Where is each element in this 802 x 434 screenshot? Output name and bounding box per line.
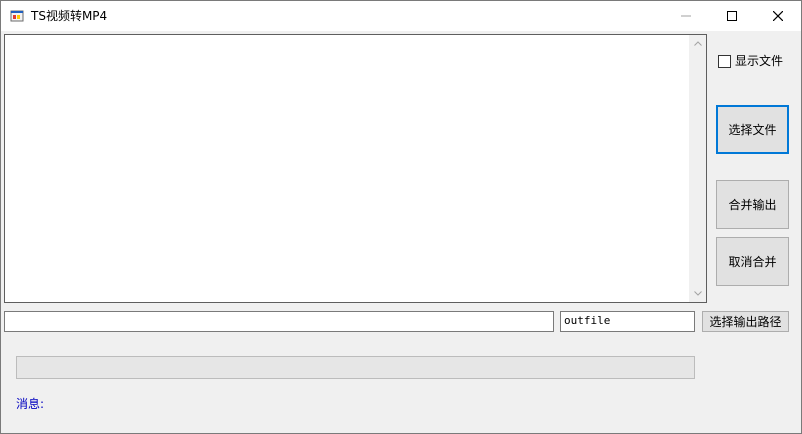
show-files-label: 显示文件 <box>735 54 784 68</box>
progress-bar <box>16 356 695 379</box>
title-bar[interactable]: TS视频转MP4 <box>1 1 801 31</box>
merge-output-button[interactable]: 合并输出 <box>716 180 789 229</box>
file-list-box[interactable] <box>4 34 707 303</box>
select-file-button[interactable]: 选择文件 <box>716 105 789 154</box>
status-message-label: 消息: <box>16 397 45 411</box>
chevron-down-icon <box>693 291 702 296</box>
maximize-icon <box>727 11 737 21</box>
windows-form-icon <box>10 10 24 22</box>
chevron-up-icon <box>693 41 702 46</box>
show-files-checkbox[interactable]: 显示文件 <box>718 54 783 68</box>
minimize-button[interactable] <box>663 1 709 31</box>
close-icon <box>773 11 783 21</box>
scroll-up-button[interactable] <box>689 35 706 52</box>
minimize-icon <box>681 15 691 17</box>
cancel-merge-button[interactable]: 取消合并 <box>716 237 789 286</box>
maximize-button[interactable] <box>709 1 755 31</box>
close-button[interactable] <box>755 1 801 31</box>
main-window: TS视频转MP4 显示文件 选择文件 合并输出 取消合并 outfile 选择输… <box>0 0 802 434</box>
output-name-input[interactable]: outfile <box>560 311 695 332</box>
select-output-path-button[interactable]: 选择输出路径 <box>702 311 789 332</box>
checkbox-box[interactable] <box>718 54 731 68</box>
scroll-down-button[interactable] <box>689 285 706 302</box>
window-title: TS视频转MP4 <box>31 9 108 23</box>
vertical-scrollbar[interactable] <box>689 35 706 302</box>
file-path-input[interactable] <box>4 311 554 332</box>
